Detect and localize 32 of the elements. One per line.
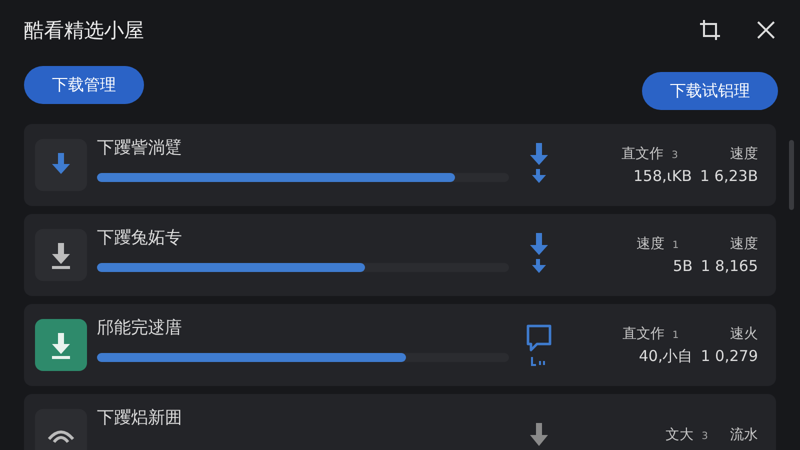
file-name: 下躩兔妬专 xyxy=(97,227,183,249)
window-title: 酷看精选小屋 xyxy=(24,16,145,44)
download-icon[interactable] xyxy=(528,423,550,447)
stat-label: 直文作 xyxy=(622,145,664,163)
file-name: 邤能完逑庴 xyxy=(97,317,183,339)
scrollbar[interactable] xyxy=(789,140,794,210)
download-card[interactable]: 下躩兔妬专 速度 1 速度 5B 1 8,165 xyxy=(24,214,776,296)
speech-bubble-icon[interactable] xyxy=(525,323,553,367)
file-count: 3 xyxy=(702,431,708,442)
file-name: 下躩焒新囲 xyxy=(97,407,183,429)
stat-label: 速度 xyxy=(729,235,758,253)
stat-label: 速度 xyxy=(636,235,664,253)
file-name: 下躩訾淌躄 xyxy=(97,137,183,159)
download-manager-button[interactable]: 下载管理 xyxy=(24,66,144,104)
stat-label: 速火 xyxy=(729,324,758,342)
stat-label: 流水 xyxy=(730,426,758,444)
file-count: 1 xyxy=(672,330,679,340)
download-card[interactable]: 下躩焒新囲 文大 3 流水 xyxy=(24,394,776,450)
stat-value: 1 8,165 xyxy=(700,257,758,275)
stat-value: 40,小自 xyxy=(638,346,693,366)
download-card[interactable]: 邤能完逑庴 直文作 1 速火 40,小自 1 0,279 xyxy=(24,304,776,386)
stat-label: 速度 xyxy=(729,145,758,163)
download-card[interactable]: 下躩訾淌躄 直文作 3 速度 158,ιKB 1 6,23B xyxy=(24,124,776,206)
stat-value: 158,ιKB xyxy=(632,167,692,185)
file-count: 3 xyxy=(672,150,678,161)
stat-value: 1 6,23B xyxy=(700,167,758,185)
stat-value: 5B xyxy=(672,257,693,275)
stat-label: 直文作 xyxy=(622,324,664,342)
stat-value: 1 0,279 xyxy=(700,346,758,364)
stat-label: 文大 xyxy=(666,426,694,444)
file-count: 1 xyxy=(672,240,679,251)
download-manager-button[interactable]: 下载试铝理 xyxy=(642,72,778,110)
